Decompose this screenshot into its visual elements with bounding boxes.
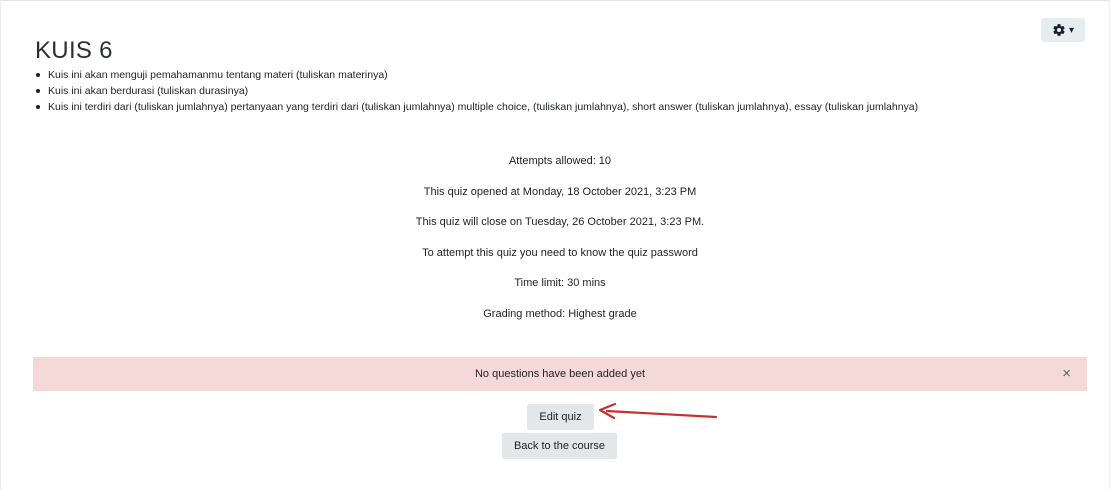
no-questions-alert: No questions have been added yet ×: [33, 357, 1087, 391]
list-item: Kuis ini akan berdurasi (tuliskan durasi…: [35, 84, 918, 100]
list-item: Kuis ini terdiri dari (tuliskan jumlahny…: [35, 100, 918, 116]
settings-menu-button[interactable]: ▾: [1041, 18, 1085, 42]
close-icon[interactable]: ×: [1062, 365, 1071, 383]
page-title: KUIS 6: [35, 37, 113, 65]
alert-message: No questions have been added yet: [474, 368, 646, 380]
annotation-arrow-icon: [598, 402, 718, 420]
list-item: Kuis ini akan menguji pemahamanmu tentan…: [35, 68, 918, 84]
password-notice: To attempt this quiz you need to know th…: [422, 246, 698, 259]
quiz-page: KUIS 6 ▾ Kuis ini akan menguji pemahaman…: [0, 0, 1110, 490]
chevron-down-icon: ▾: [1068, 25, 1075, 36]
back-to-course-button[interactable]: Back to the course: [502, 433, 617, 459]
quiz-close-date: This quiz will close on Tuesday, 26 Octo…: [415, 216, 705, 228]
quiz-info: Attempts allowed: 10 This quiz opened at…: [33, 151, 1087, 334]
edit-quiz-button[interactable]: Edit quiz: [527, 404, 594, 430]
attempts-allowed: Attempts allowed: 10: [508, 155, 612, 167]
time-limit: Time limit: 30 mins: [514, 277, 606, 289]
quiz-description-list: Kuis ini akan menguji pemahamanmu tentan…: [35, 68, 918, 116]
gear-icon: [1053, 24, 1065, 36]
grading-method: Grading method: Highest grade: [483, 307, 637, 320]
quiz-open-date: This quiz opened at Monday, 18 October 2…: [423, 185, 697, 198]
